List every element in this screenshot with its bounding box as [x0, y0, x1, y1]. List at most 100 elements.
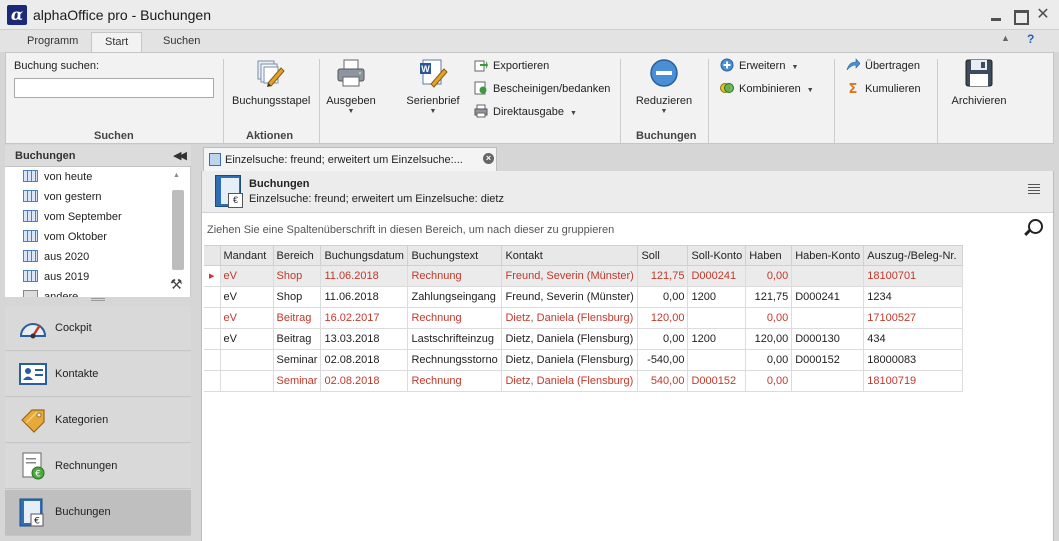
table-cell[interactable]: eV [219, 328, 274, 350]
direktausgabe-button[interactable]: Direktausgabe ▼ [474, 102, 577, 122]
table-cell[interactable]: Rechnung [407, 265, 503, 287]
filter-list-scrollbar[interactable]: ▲ [168, 170, 186, 270]
table-cell[interactable]: D000152 [687, 370, 747, 392]
table-cell[interactable]: 1200 [687, 286, 747, 308]
ausgeben-button[interactable]: Ausgeben ▼ [324, 57, 378, 116]
column-header-buchungstext[interactable]: Buchungstext [407, 245, 503, 266]
table-cell[interactable]: Rechnung [407, 370, 503, 392]
maximize-button[interactable] [1011, 6, 1029, 25]
nav-buchungen[interactable]: € Buchungen [5, 490, 191, 536]
table-cell[interactable]: Seminar [272, 349, 322, 371]
column-header-soll[interactable]: Soll [637, 245, 689, 266]
table-cell[interactable]: 13.03.2018 [320, 328, 409, 350]
table-cell[interactable]: 0,00 [745, 307, 793, 329]
tab-programm[interactable]: Programm [14, 32, 91, 53]
table-cell[interactable]: 18100719 [863, 370, 964, 392]
column-header-bereich[interactable]: Bereich [272, 245, 322, 266]
filter-item-von-heute[interactable]: von heute [23, 167, 92, 187]
tab-start[interactable]: Start [91, 32, 143, 53]
table-cell[interactable]: 02.08.2018 [320, 349, 409, 371]
table-cell[interactable]: 121,75 [637, 265, 689, 287]
table-cell[interactable]: Dietz, Daniela (Flensburg) [501, 328, 639, 350]
table-cell[interactable]: D000152 [791, 349, 865, 371]
table-cell[interactable]: -540,00 [637, 349, 689, 371]
table-cell[interactable]: Dietz, Daniela (Flensburg) [501, 307, 639, 329]
nav-kategorien[interactable]: Kategorien [5, 398, 191, 443]
table-cell[interactable]: 1234 [863, 286, 964, 308]
booking-search-input[interactable] [14, 78, 214, 98]
table-cell[interactable] [687, 349, 747, 371]
column-header-beleg-nr[interactable]: Auszug-/Beleg-Nr. [863, 245, 964, 266]
ribbon-collapse-icon[interactable]: ▲ [1001, 33, 1010, 43]
table-cell[interactable]: 0,00 [745, 265, 793, 287]
column-header-haben[interactable]: Haben [745, 245, 793, 266]
table-cell[interactable]: eV [219, 286, 274, 308]
nav-rechnungen[interactable]: € Rechnungen [5, 444, 191, 489]
uebertragen-button[interactable]: Übertragen [846, 56, 920, 76]
table-row[interactable]: eV Beitrag 16.02.2017 Rechnung Dietz, Daniel… [204, 307, 964, 329]
table-row[interactable]: eV Shop 11.06.2018 Zahlungseingang Freund, S… [204, 286, 964, 308]
table-cell[interactable]: Lastschrifteinzug [407, 328, 503, 350]
filter-item-vom-september[interactable]: vom September [23, 207, 122, 227]
table-cell[interactable]: Rechnungsstorno [407, 349, 503, 371]
table-cell[interactable]: 1200 [687, 328, 747, 350]
table-cell[interactable]: 121,75 [745, 286, 793, 308]
table-cell[interactable] [219, 349, 274, 371]
table-row[interactable]: eV Beitrag 13.03.2018 Lastschrifteinzug Diet… [204, 328, 964, 350]
table-cell[interactable]: Seminar [272, 370, 322, 392]
tab-suchen[interactable]: Suchen [150, 32, 213, 53]
table-cell[interactable]: D000241 [791, 286, 865, 308]
table-cell[interactable]: 120,00 [745, 328, 793, 350]
table-cell[interactable]: Freund, Severin (Münster) [501, 286, 639, 308]
buchungsstapel-button[interactable]: Buchungsstapel [232, 57, 310, 107]
exportieren-button[interactable]: Exportieren [474, 56, 549, 76]
erweitern-button[interactable]: Erweitern ▼ [720, 56, 798, 76]
table-cell[interactable]: 11.06.2018 [320, 286, 409, 308]
table-cell[interactable] [791, 370, 865, 392]
serienbrief-button[interactable]: W Serienbrief ▼ [402, 57, 464, 116]
document-tab[interactable]: Einzelsuche: freund; erweitert um Einzel… [203, 147, 497, 171]
minimize-button[interactable] [987, 6, 1005, 24]
reduzieren-button[interactable]: Reduzieren ▼ [632, 57, 696, 116]
nav-cockpit[interactable]: Cockpit [5, 306, 191, 351]
table-cell[interactable]: D000130 [791, 328, 865, 350]
table-cell[interactable]: 18100701 [863, 265, 964, 287]
column-header-buchungsdatum[interactable]: Buchungsdatum [320, 245, 409, 266]
list-menu-icon[interactable] [1028, 184, 1040, 196]
filter-item-aus-2019[interactable]: aus 2019 [23, 267, 89, 287]
table-cell[interactable] [791, 307, 865, 329]
search-icon[interactable] [1022, 217, 1044, 239]
splitter-grip[interactable] [91, 298, 105, 301]
table-cell[interactable]: 16.02.2017 [320, 307, 409, 329]
table-cell[interactable]: Beitrag [272, 328, 322, 350]
table-cell[interactable]: 02.08.2018 [320, 370, 409, 392]
archivieren-button[interactable]: Archivieren [946, 57, 1012, 107]
scroll-thumb[interactable] [172, 190, 184, 270]
table-cell[interactable]: eV [219, 265, 274, 287]
close-button[interactable]: ✕ [1034, 6, 1052, 24]
table-cell[interactable]: 120,00 [637, 307, 689, 329]
table-cell[interactable]: eV [219, 307, 274, 329]
group-by-hint[interactable]: Ziehen Sie eine Spaltenüberschrift in di… [207, 224, 614, 236]
table-row[interactable]: ▶ eV Shop 11.06.2018 Rechnung Freund, Severin… [204, 265, 964, 287]
nav-kontakte[interactable]: Kontakte [5, 352, 191, 397]
close-tab-icon[interactable]: × [483, 153, 494, 164]
table-cell[interactable]: Shop [272, 286, 322, 308]
table-row[interactable]: Seminar 02.08.2018 Rechnungsstorno Dietz, D… [204, 349, 964, 371]
filter-item-aus-2020[interactable]: aus 2020 [23, 247, 89, 267]
table-cell[interactable]: 0,00 [637, 328, 689, 350]
table-cell[interactable] [791, 265, 865, 287]
scroll-up-icon[interactable]: ▲ [173, 172, 180, 179]
table-cell[interactable]: Zahlungseingang [407, 286, 503, 308]
table-cell[interactable]: 0,00 [745, 349, 793, 371]
filter-item-von-gestern[interactable]: von gestern [23, 187, 101, 207]
table-cell[interactable]: 0,00 [637, 286, 689, 308]
filter-item-andere[interactable]: andere [23, 287, 78, 297]
column-header-mandant[interactable]: Mandant [219, 245, 274, 266]
table-cell[interactable]: Beitrag [272, 307, 322, 329]
table-cell[interactable]: 540,00 [637, 370, 689, 392]
table-cell[interactable] [687, 307, 747, 329]
help-icon[interactable]: ? [1027, 32, 1034, 46]
column-header-haben-konto[interactable]: Haben-Konto [791, 245, 865, 266]
table-cell[interactable]: 0,00 [745, 370, 793, 392]
